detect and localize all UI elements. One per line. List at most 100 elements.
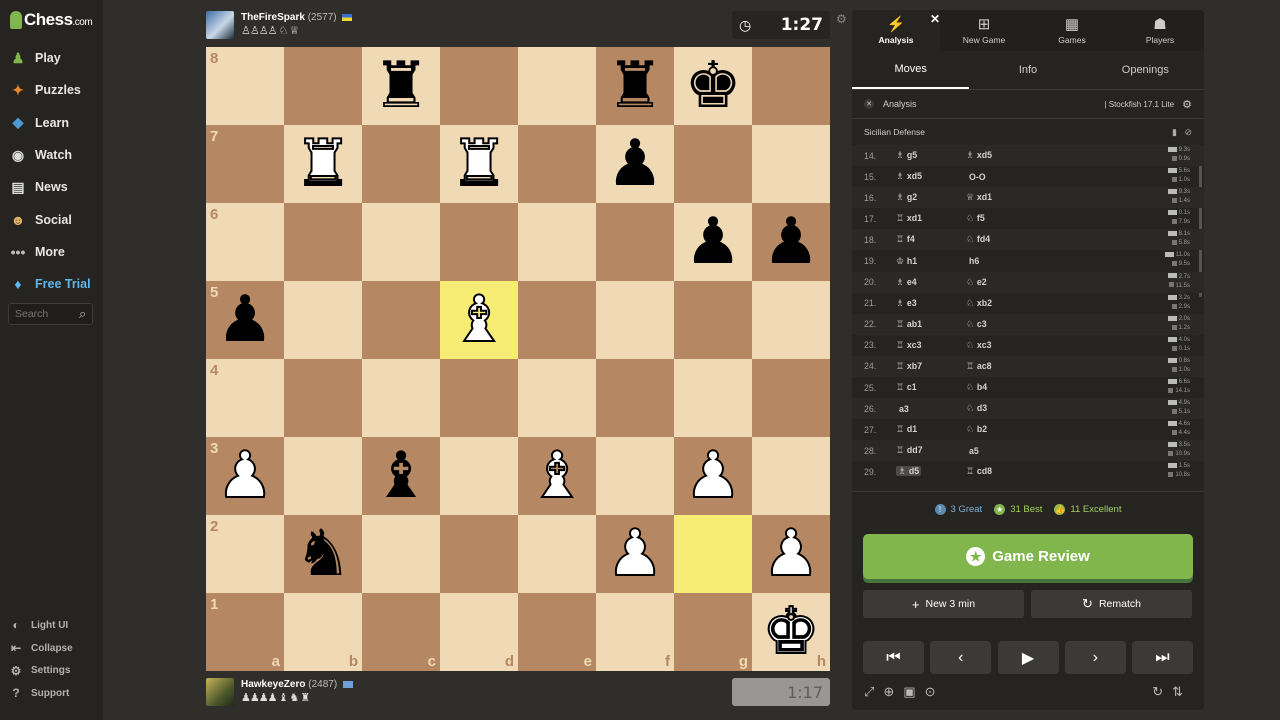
white-move[interactable]: ♖ xb7: [896, 361, 966, 372]
square-d3[interactable]: [440, 437, 518, 515]
square-g6[interactable]: ♟: [674, 203, 752, 281]
square-g2[interactable]: [674, 515, 752, 593]
engine-settings-gear-icon[interactable]: ⚙: [1182, 98, 1192, 111]
square-e4[interactable]: [518, 359, 596, 437]
first-move-button[interactable]: ⏮: [863, 641, 924, 674]
white-move[interactable]: a3: [896, 404, 966, 414]
share-icon[interactable]: ⤢: [864, 684, 874, 700]
white-move[interactable]: ♗ e3: [896, 298, 966, 309]
black-move[interactable]: O-O: [966, 172, 1036, 182]
top-player-avatar[interactable]: [206, 11, 234, 39]
black-pawn-f7[interactable]: ♟: [596, 125, 674, 203]
rematch-button[interactable]: ↻ Rematch: [1031, 590, 1192, 618]
previous-move-button[interactable]: ‹: [930, 641, 992, 674]
square-h7[interactable]: [752, 125, 830, 203]
square-g4[interactable]: [674, 359, 752, 437]
white-pawn-g3[interactable]: ♟: [674, 437, 752, 515]
collapse-button[interactable]: ⇤ Collapse: [0, 637, 103, 660]
sidebar-item-watch[interactable]: ◉ Watch: [0, 139, 103, 171]
square-g5[interactable]: [674, 281, 752, 359]
white-move[interactable]: ♖ d1: [896, 424, 966, 435]
square-e5[interactable]: [518, 281, 596, 359]
square-e6[interactable]: [518, 203, 596, 281]
square-b2[interactable]: ♞: [284, 515, 362, 593]
black-pawn-a5[interactable]: ♟: [206, 281, 284, 359]
bottom-player-avatar[interactable]: [206, 678, 234, 706]
square-a3[interactable]: 3 ♟: [206, 437, 284, 515]
square-c6[interactable]: [362, 203, 440, 281]
square-f1[interactable]: f: [596, 593, 674, 671]
square-h1[interactable]: h ♚: [752, 593, 830, 671]
square-b5[interactable]: [284, 281, 362, 359]
chess-board[interactable]: 8 ♜ ♜ ♚ 7 ♜ ♜ ♟ 6 ♟ ♟ 5 ♟ ♝ 4 3 ♟ ♝ ♝ ♟ 2 ♞ ♟ ♟ 1 a b c d e f g h ♚: [206, 47, 830, 671]
black-move[interactable]: ♘ xc3: [966, 340, 1036, 351]
square-c3[interactable]: ♝: [362, 437, 440, 515]
square-b3[interactable]: [284, 437, 362, 515]
light-ui-button[interactable]: ◐ Light UI: [0, 614, 103, 637]
square-e8[interactable]: [518, 47, 596, 125]
black-move[interactable]: ♘ c3: [966, 319, 1036, 330]
tab-players[interactable]: ☗ Players: [1116, 10, 1204, 51]
white-move[interactable]: ♗ g5: [896, 150, 966, 161]
black-move[interactable]: ♖ ac8: [966, 361, 1036, 372]
square-e1[interactable]: e: [518, 593, 596, 671]
square-c4[interactable]: [362, 359, 440, 437]
square-f4[interactable]: [596, 359, 674, 437]
black-move[interactable]: ♘ b2: [966, 424, 1036, 435]
sidebar-item-social[interactable]: ☻ Social: [0, 203, 103, 235]
flip-board-icon[interactable]: ⇅: [1172, 684, 1183, 700]
square-g3[interactable]: ♟: [674, 437, 752, 515]
sidebar-item-learn[interactable]: ◆ Learn: [0, 107, 103, 139]
black-knight-b2[interactable]: ♞: [284, 515, 362, 593]
white-pawn-h2[interactable]: ♟: [752, 515, 830, 593]
white-move[interactable]: ♖ ab1: [896, 319, 966, 330]
square-h4[interactable]: [752, 359, 830, 437]
square-b1[interactable]: b: [284, 593, 362, 671]
white-bishop-d5[interactable]: ♝: [440, 281, 518, 359]
top-player-name[interactable]: TheFireSpark: [241, 12, 305, 23]
square-d7[interactable]: ♜: [440, 125, 518, 203]
sidebar-item-news[interactable]: ▤ News: [0, 171, 103, 203]
square-c1[interactable]: c: [362, 593, 440, 671]
black-pawn-h6[interactable]: ♟: [752, 203, 830, 281]
last-move-button[interactable]: ⏭: [1132, 641, 1193, 674]
square-b6[interactable]: [284, 203, 362, 281]
black-king-g8[interactable]: ♚: [674, 47, 752, 125]
tab-analysis[interactable]: ⚡ Analysis: [852, 10, 940, 51]
black-move[interactable]: ♘ b4: [966, 382, 1036, 393]
white-move[interactable]: ♗ g2: [896, 192, 966, 203]
black-bishop-c3[interactable]: ♝: [362, 437, 440, 515]
white-move[interactable]: ♖ f4: [896, 234, 966, 245]
square-f6[interactable]: [596, 203, 674, 281]
square-c2[interactable]: [362, 515, 440, 593]
white-move[interactable]: ♔ h1: [896, 256, 966, 267]
square-d8[interactable]: [440, 47, 518, 125]
square-b7[interactable]: ♜: [284, 125, 362, 203]
sidebar-item-free-trial[interactable]: ♦ Free Trial: [0, 268, 103, 300]
square-e3[interactable]: ♝: [518, 437, 596, 515]
zoom-icon[interactable]: ⊙: [925, 684, 936, 700]
next-move-button[interactable]: ›: [1064, 641, 1126, 674]
tab-games[interactable]: ▦ Games: [1028, 10, 1116, 51]
square-f8[interactable]: ♜: [596, 47, 674, 125]
square-c7[interactable]: [362, 125, 440, 203]
sidebar-item-more[interactable]: ••• More: [0, 236, 103, 268]
square-h5[interactable]: [752, 281, 830, 359]
white-king-h1[interactable]: ♚: [752, 593, 830, 671]
screenshot-icon[interactable]: ▣: [903, 684, 915, 700]
square-a5[interactable]: 5 ♟: [206, 281, 284, 359]
black-move[interactable]: ♘ d3: [966, 403, 1036, 414]
close-analysis-icon[interactable]: ✕: [864, 99, 874, 109]
square-c8[interactable]: ♜: [362, 47, 440, 125]
white-move[interactable]: ♖ xd1: [896, 213, 966, 224]
white-move[interactable]: ♗ d5: [896, 466, 966, 477]
search-box[interactable]: ⌕: [8, 303, 93, 325]
black-move[interactable]: ♖ cd8: [966, 466, 1036, 477]
square-d5[interactable]: ♝: [440, 281, 518, 359]
black-move[interactable]: h6: [966, 256, 1036, 266]
settings-button[interactable]: ⚙ Settings: [0, 659, 103, 682]
square-a1[interactable]: 1a: [206, 593, 284, 671]
game-review-button[interactable]: ★ Game Review: [863, 534, 1193, 579]
white-rook-d7[interactable]: ♜: [440, 125, 518, 203]
white-move[interactable]: ♖ dd7: [896, 445, 966, 456]
